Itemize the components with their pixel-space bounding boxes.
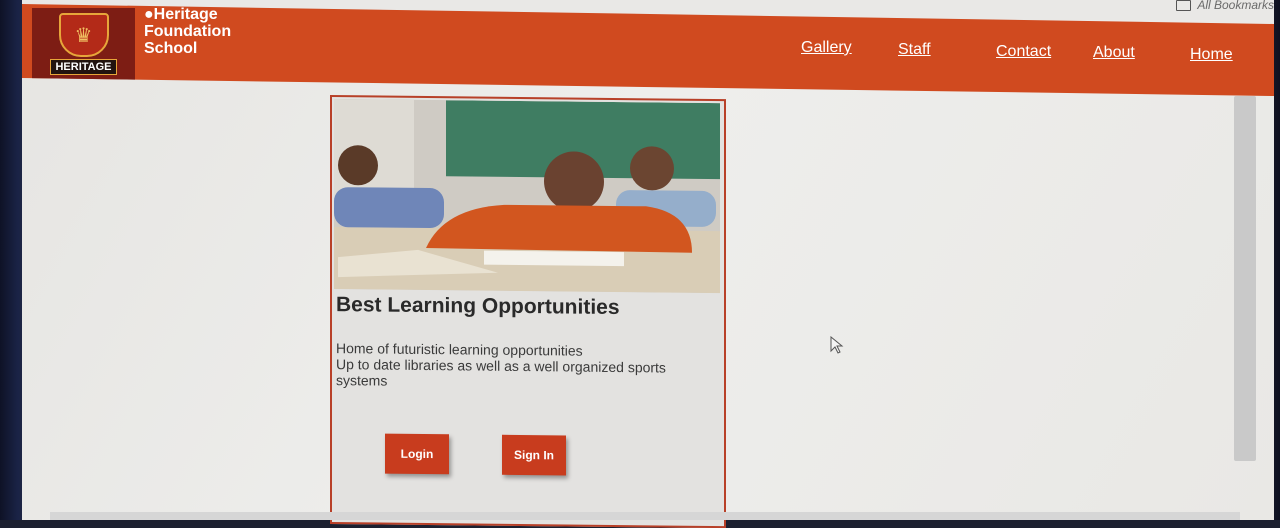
sign-in-button[interactable]: Sign In	[502, 434, 566, 476]
all-bookmarks-button[interactable]: All Bookmarks	[1176, 0, 1274, 12]
browser-viewport: All Bookmarks ♛ HERITAGE ●Heritage Found…	[22, 0, 1274, 528]
classroom-photo	[334, 99, 720, 294]
nav-gallery[interactable]: Gallery	[801, 39, 852, 57]
nav-home[interactable]: Home	[1190, 46, 1233, 64]
nav-staff[interactable]: Staff	[898, 41, 931, 59]
nav-about[interactable]: About	[1093, 44, 1135, 62]
card-description: Home of futuristic learning opportunitie…	[336, 340, 711, 392]
classroom-illustration	[334, 99, 720, 294]
hero-card: Best Learning Opportunities Home of futu…	[330, 95, 726, 528]
page-scrollbar[interactable]	[1234, 96, 1256, 461]
horizontal-scroll-area	[50, 512, 1240, 520]
nav-contact[interactable]: Contact	[996, 43, 1051, 61]
folder-icon	[1176, 0, 1192, 11]
login-button[interactable]: Login	[385, 433, 449, 475]
all-bookmarks-label: All Bookmarks	[1197, 0, 1274, 12]
mouse-cursor-icon	[830, 336, 844, 354]
card-title: Best Learning Opportunities	[336, 293, 620, 320]
